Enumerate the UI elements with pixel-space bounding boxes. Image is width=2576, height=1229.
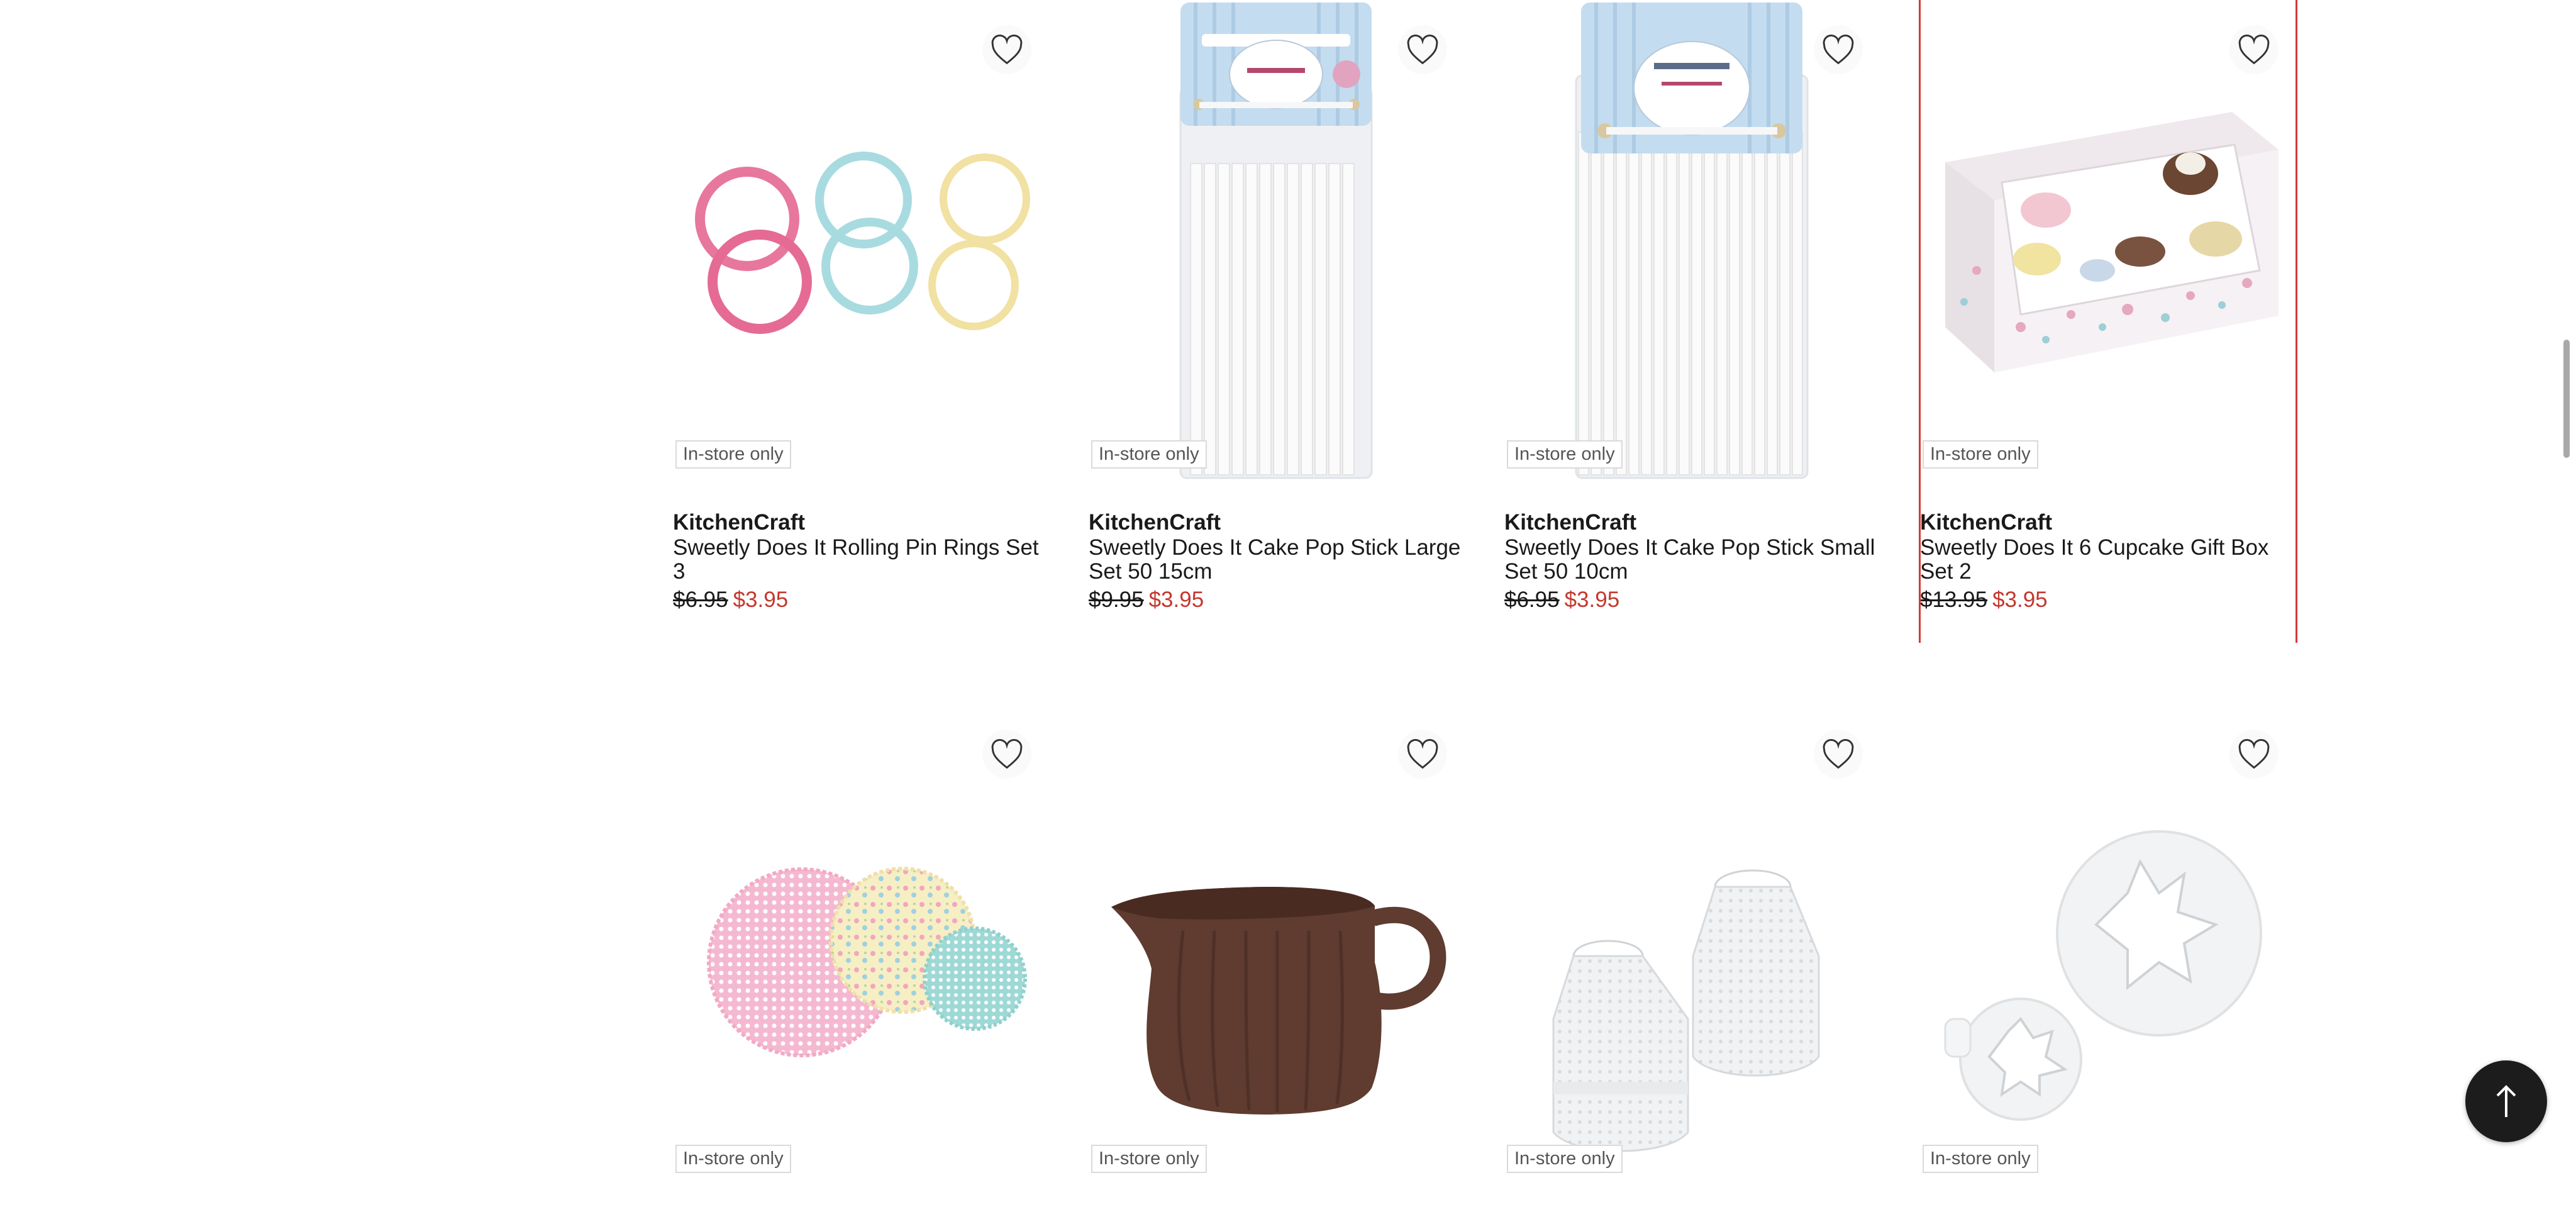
product-image[interactable]: In-store only: [1089, 0, 1463, 483]
product-image[interactable]: In-store only: [1504, 704, 1879, 1187]
in-store-badge: In-store only: [1923, 1145, 2038, 1173]
wishlist-heart-icon[interactable]: [2229, 730, 2279, 779]
cupcake-gift-box-image: [1945, 112, 2279, 372]
product-grid: In-store only KitchenCraft Sweetly Does …: [673, 0, 2297, 1229]
product-card[interactable]: In-store only: [1504, 704, 1879, 1229]
product-image[interactable]: In-store only: [673, 704, 1048, 1187]
scroll-to-top-button[interactable]: [2465, 1060, 2547, 1142]
in-store-badge: In-store only: [1923, 440, 2038, 469]
product-image[interactable]: In-store only: [1504, 0, 1879, 483]
scrollbar-thumb[interactable]: [2563, 340, 2570, 458]
wishlist-heart-icon[interactable]: [982, 25, 1031, 74]
in-store-badge: In-store only: [1507, 1145, 1623, 1173]
original-price: $6.95: [1504, 587, 1560, 612]
chocolate-jug-image: [1111, 887, 1446, 1115]
product-price: $6.95 $3.95: [1504, 585, 1879, 615]
product-card[interactable]: In-store only: [673, 704, 1048, 1229]
product-brand[interactable]: KitchenCraft: [673, 509, 1048, 536]
product-card[interactable]: In-store only KitchenCraft Sweetly Does …: [1919, 0, 2297, 644]
in-store-badge: In-store only: [675, 440, 791, 469]
product-brand[interactable]: KitchenCraft: [1920, 509, 2295, 536]
product-image[interactable]: In-store only: [673, 0, 1048, 483]
product-brand[interactable]: KitchenCraft: [1089, 509, 1463, 536]
in-store-badge: In-store only: [1091, 1145, 1207, 1173]
product-image[interactable]: In-store only: [1920, 704, 2295, 1187]
product-price: $6.95 $3.95: [673, 585, 1048, 615]
wishlist-heart-icon[interactable]: [1814, 25, 1863, 74]
cake-pop-sticks-small-image: [1575, 3, 1809, 479]
wishlist-heart-icon[interactable]: [1398, 730, 1447, 779]
wishlist-heart-icon[interactable]: [2229, 25, 2279, 74]
product-brand[interactable]: KitchenCraft: [1504, 509, 1879, 536]
product-title[interactable]: Sweetly Does It Cake Pop Stick Small Set…: [1504, 536, 1879, 584]
wishlist-heart-icon[interactable]: [982, 730, 1031, 779]
arrow-up-icon: [2496, 1085, 2516, 1117]
product-price: $13.95 $3.95: [1920, 585, 2295, 615]
holly-plunger-cutters-image: [1944, 830, 2262, 1121]
product-card[interactable]: In-store only KitchenCraft Sweetly Does …: [673, 0, 1048, 644]
product-card[interactable]: In-store only: [1920, 704, 2295, 1229]
product-card[interactable]: In-store only KitchenCraft Sweetly Does …: [1504, 0, 1879, 644]
product-card[interactable]: In-store only: [1089, 704, 1463, 1229]
original-price: $6.95: [673, 587, 728, 612]
sale-price: $3.95: [733, 587, 789, 612]
cake-pop-sticks-image: [1179, 3, 1373, 479]
product-title[interactable]: Sweetly Does It Cake Pop Stick Large Set…: [1089, 536, 1463, 584]
in-store-badge: In-store only: [675, 1145, 791, 1173]
pin-rings-image: [695, 152, 1030, 334]
product-title[interactable]: Sweetly Does It Rolling Pin Rings Set 3: [673, 536, 1048, 584]
product-image[interactable]: In-store only: [1089, 704, 1463, 1187]
piping-couplers-image: [1552, 869, 1820, 1152]
sale-price: $3.95: [1564, 587, 1620, 612]
product-title[interactable]: Sweetly Does It 6 Cupcake Gift Box Set 2: [1920, 536, 2295, 584]
cake-doilies-image: [707, 867, 1027, 1057]
sale-price: $3.95: [1148, 587, 1204, 612]
in-store-badge: In-store only: [1091, 440, 1207, 469]
sale-price: $3.95: [1992, 587, 2048, 612]
original-price: $9.95: [1089, 587, 1144, 612]
product-price: $9.95 $3.95: [1089, 585, 1463, 615]
wishlist-heart-icon[interactable]: [1398, 25, 1447, 74]
product-card[interactable]: In-store only KitchenCraft Sweetly Does …: [1089, 0, 1463, 644]
in-store-badge: In-store only: [1507, 440, 1623, 469]
product-image[interactable]: In-store only: [1920, 0, 2295, 483]
original-price: $13.95: [1920, 587, 1988, 612]
wishlist-heart-icon[interactable]: [1814, 730, 1863, 779]
